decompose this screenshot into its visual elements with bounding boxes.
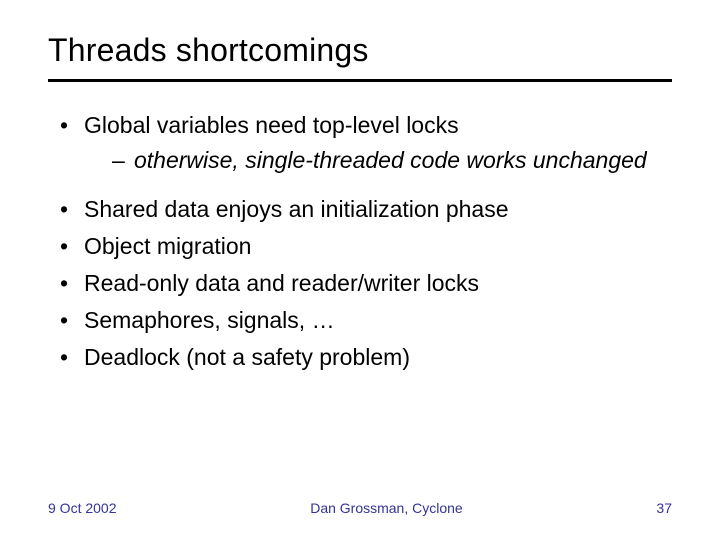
bullet-item: Read-only data and reader/writer locks [60,268,672,299]
footer-date: 9 Oct 2002 [48,500,117,516]
sub-bullet-list: otherwise, single-threaded code works un… [84,145,672,176]
sub-bullet-item: otherwise, single-threaded code works un… [112,145,672,176]
bullet-list: Global variables need top-level locks ot… [48,110,672,373]
footer-page-number: 37 [656,500,672,516]
slide-content: Global variables need top-level locks ot… [48,110,672,373]
bullet-text: Read-only data and reader/writer locks [84,270,479,296]
bullet-text: Shared data enjoys an initialization pha… [84,196,509,222]
slide-title: Threads shortcomings [48,32,672,82]
slide: Threads shortcomings Global variables ne… [0,0,720,540]
bullet-item: Object migration [60,231,672,262]
bullet-item: Deadlock (not a safety problem) [60,342,672,373]
bullet-text: Object migration [84,233,251,259]
bullet-item: Global variables need top-level locks ot… [60,110,672,176]
footer-author: Dan Grossman, Cyclone [117,500,657,516]
sub-bullet-text: otherwise, single-threaded code works un… [134,147,647,173]
bullet-text: Semaphores, signals, … [84,307,335,333]
slide-footer: 9 Oct 2002 Dan Grossman, Cyclone 37 [48,500,672,516]
bullet-item: Semaphores, signals, … [60,305,672,336]
bullet-text: Deadlock (not a safety problem) [84,344,410,370]
bullet-item: Shared data enjoys an initialization pha… [60,194,672,225]
bullet-text: Global variables need top-level locks [84,112,459,138]
